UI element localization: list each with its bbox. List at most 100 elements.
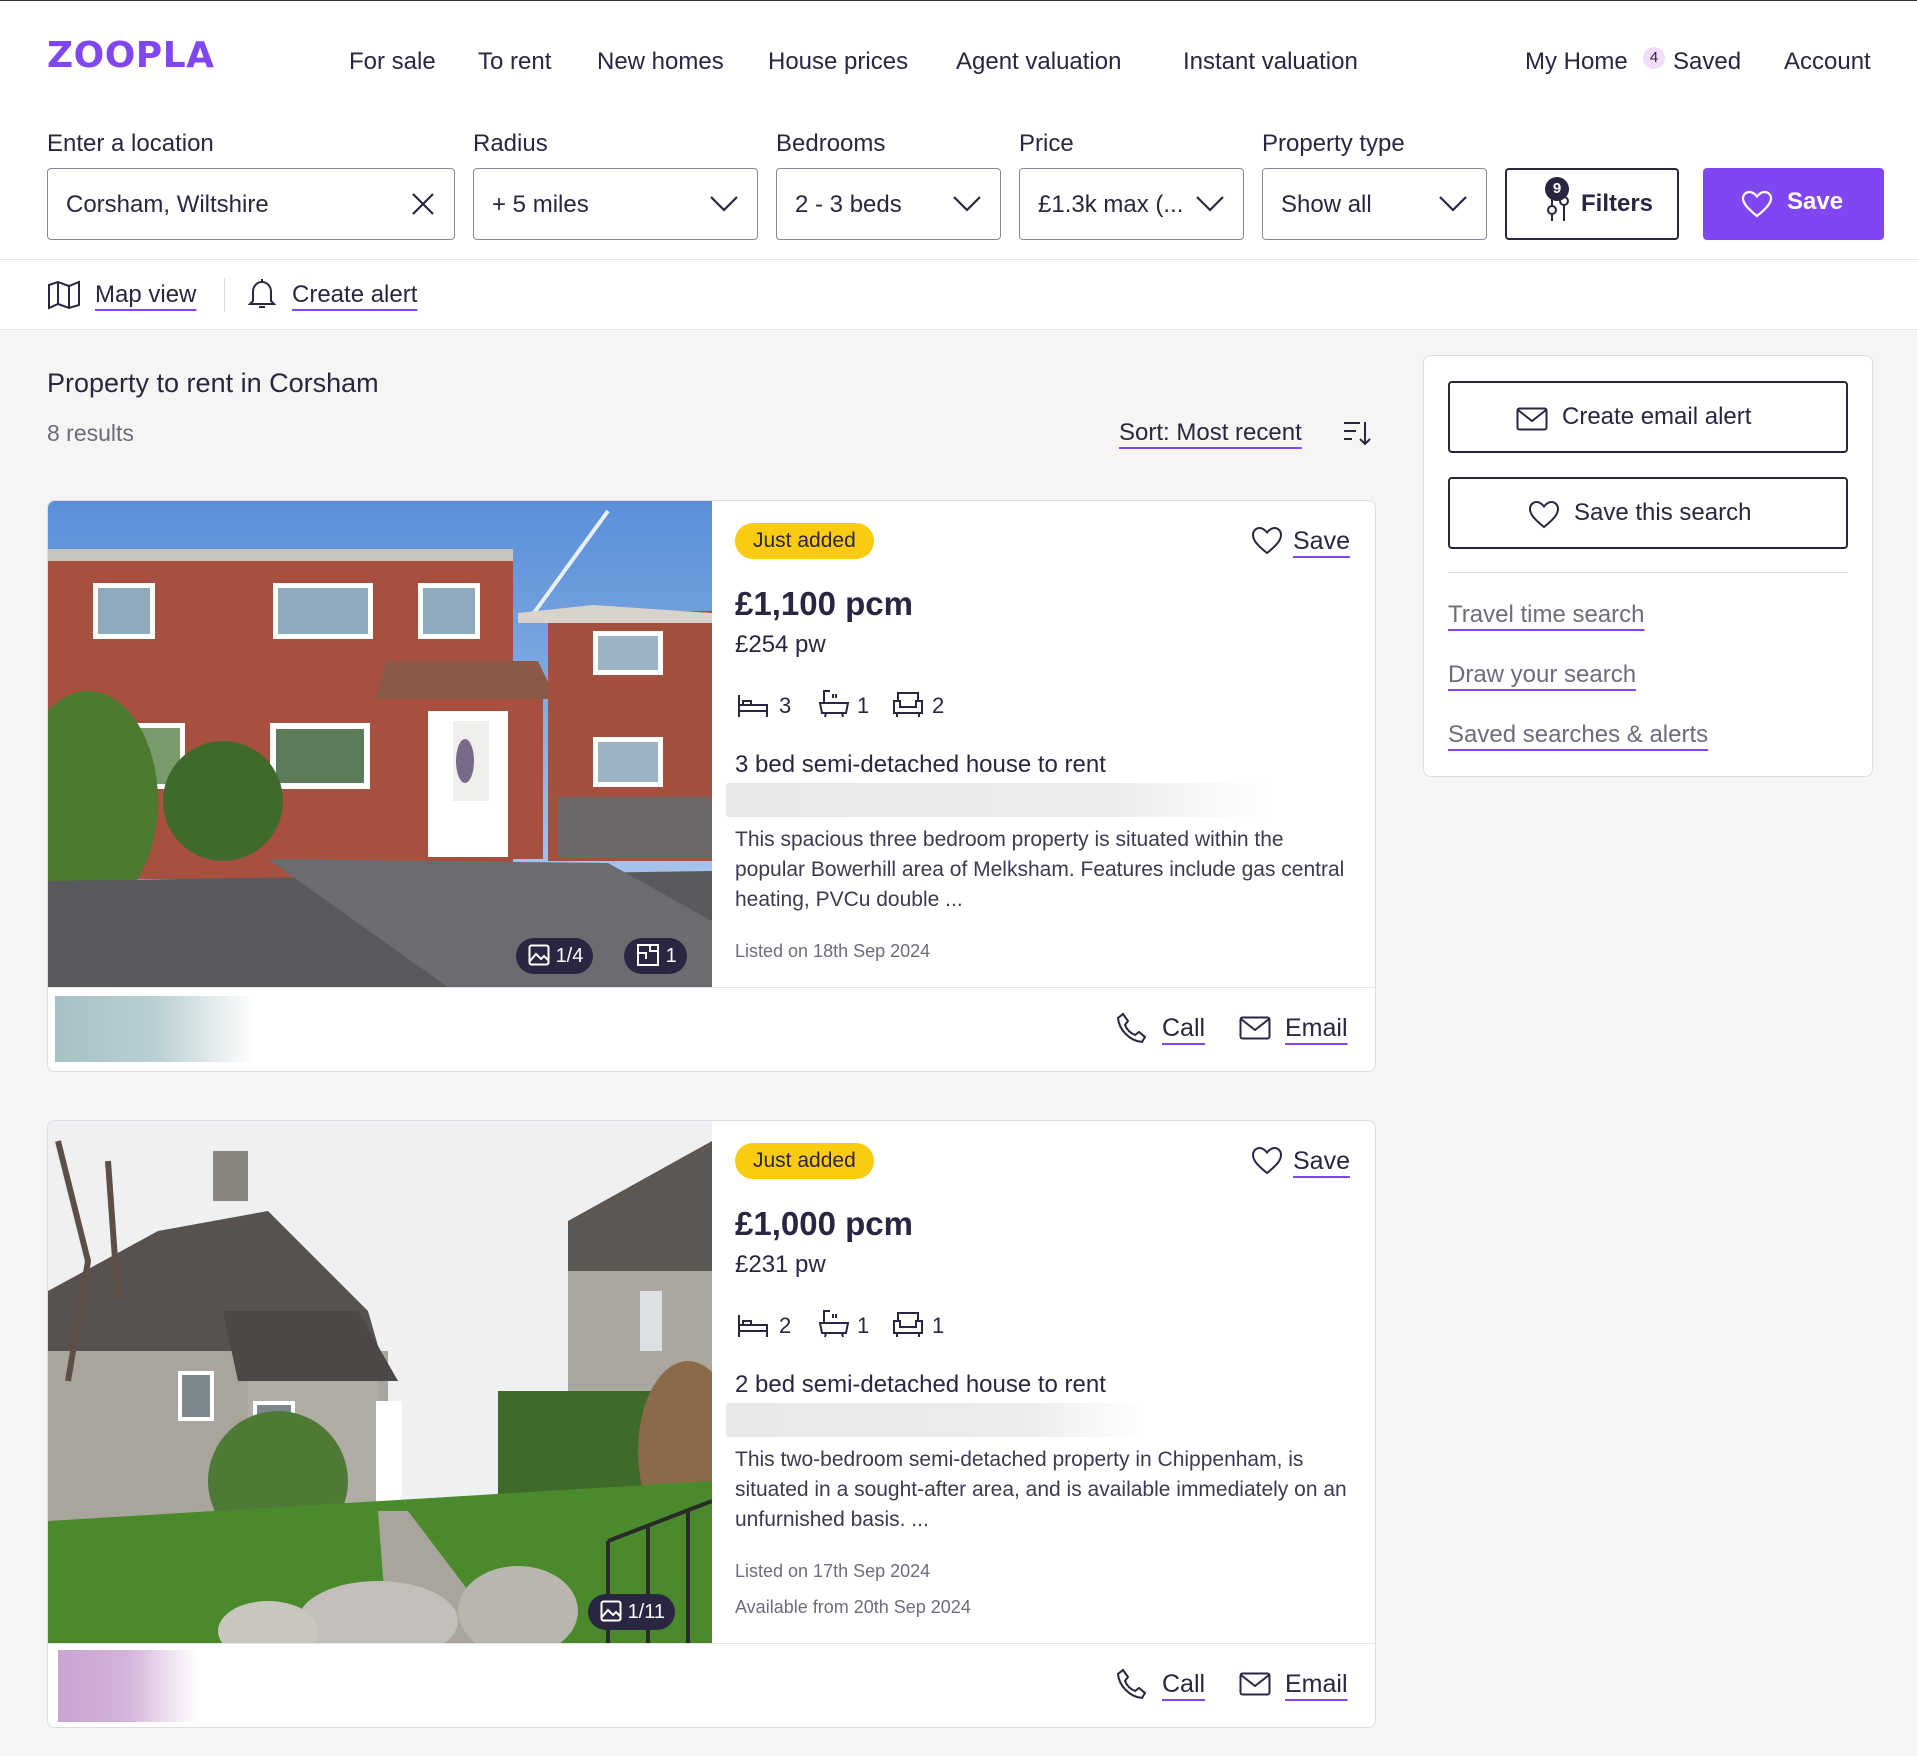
filters-button[interactable]: 9 Filters [1505, 168, 1679, 240]
chevron-down-icon [953, 196, 981, 212]
draw-your-search-link[interactable]: Draw your search [1448, 661, 1636, 689]
site-header: ZOOPLA For sale To rent New homes House … [0, 0, 1917, 110]
price-value: £1.3k max (... [1038, 191, 1184, 218]
email-link[interactable]: Email [1285, 1014, 1348, 1043]
floorplan-pill[interactable]: 1 [624, 938, 687, 974]
property-type-label: Property type [1262, 130, 1405, 157]
create-alert-link[interactable]: Create alert [292, 281, 417, 309]
radius-select[interactable]: + 5 miles [473, 168, 758, 240]
property-photo[interactable] [48, 501, 712, 987]
listing-title[interactable]: 2 bed semi-detached house to rent [735, 1371, 1106, 1399]
image-icon [528, 944, 550, 966]
listing-price-weekly: £231 pw [735, 1251, 826, 1278]
save-this-search-label: Save this search [1574, 499, 1752, 526]
sort-icon[interactable] [1342, 419, 1372, 447]
nav-instant-valuation[interactable]: Instant valuation [1183, 48, 1358, 76]
bedrooms-select[interactable]: 2 - 3 beds [776, 168, 1001, 240]
clear-icon[interactable] [410, 191, 436, 217]
chevron-down-icon [1439, 196, 1467, 212]
nav-saved[interactable]: Saved [1673, 48, 1741, 76]
reception-count: 2 [932, 693, 945, 718]
available-date: Available from 20th Sep 2024 [735, 1597, 971, 1617]
listing-description: This spacious three bedroom property is … [735, 828, 1345, 911]
envelope-icon [1239, 1672, 1271, 1696]
nav-to-rent[interactable]: To rent [478, 48, 551, 76]
price-select[interactable]: £1.3k max (... [1019, 168, 1244, 240]
my-home-badge: 4 [1643, 47, 1665, 69]
save-search-button[interactable]: Save [1703, 168, 1884, 240]
bath-icon [818, 690, 850, 718]
bathroom-count: 1 [857, 1313, 870, 1338]
property-type-value: Show all [1281, 191, 1372, 218]
call-link[interactable]: Call [1162, 1014, 1205, 1043]
toolbar-divider [224, 278, 225, 312]
radius-value: + 5 miles [492, 191, 589, 218]
call-link[interactable]: Call [1162, 1670, 1205, 1699]
agent-logo[interactable] [58, 1650, 198, 1722]
floorplan-count: 1 [665, 945, 677, 967]
view-toolbar: Map view Create alert [0, 260, 1917, 330]
save-this-search-button[interactable]: Save this search [1448, 477, 1848, 549]
listing-description: This two-bedroom semi-detached property … [735, 1448, 1347, 1531]
page-title: Property to rent in Corsham [47, 368, 379, 398]
nav-agent-valuation[interactable]: Agent valuation [956, 48, 1121, 76]
location-label: Enter a location [47, 130, 214, 157]
create-email-alert-label: Create email alert [1562, 403, 1752, 430]
listing-price-weekly: £254 pw [735, 631, 826, 658]
property-type-select[interactable]: Show all [1262, 168, 1487, 240]
photo-count-pill[interactable]: 1/11 [588, 1594, 676, 1630]
bell-icon [248, 279, 276, 308]
radius-label: Radius [473, 130, 548, 157]
nav-for-sale[interactable]: For sale [349, 48, 436, 76]
map-icon [48, 280, 80, 310]
bedroom-count: 2 [779, 1313, 792, 1338]
email-link[interactable]: Email [1285, 1670, 1348, 1699]
price-label: Price [1019, 130, 1074, 157]
heart-icon[interactable] [1251, 1146, 1283, 1176]
travel-time-search-link[interactable]: Travel time search [1448, 601, 1645, 629]
save-listing-link[interactable]: Save [1293, 1147, 1350, 1176]
card-footer: Call Email [48, 1643, 1375, 1727]
panel-divider [1448, 572, 1848, 573]
results-count: 8 results [47, 420, 134, 446]
listing-title[interactable]: 3 bed semi-detached house to rent [735, 751, 1106, 779]
listing-card[interactable]: 1/4 1 Just added Save £1,100 pcm £254 pw… [47, 500, 1376, 1072]
armchair-icon [893, 1312, 923, 1337]
saved-searches-alerts-link[interactable]: Saved searches & alerts [1448, 721, 1708, 749]
envelope-icon [1516, 407, 1548, 431]
listing-card[interactable]: 1/11 Just added Save £1,000 pcm £231 pw … [47, 1120, 1376, 1728]
heart-icon[interactable] [1251, 526, 1283, 556]
zoopla-logo[interactable]: ZOOPLA [47, 35, 215, 76]
listing-price: £1,000 pcm [735, 1205, 913, 1242]
photo-count-pill[interactable]: 1/4 [516, 938, 594, 974]
card-footer: Call Email [48, 987, 1375, 1071]
property-photo[interactable] [48, 1121, 712, 1643]
nav-account[interactable]: Account [1784, 48, 1871, 76]
agent-logo[interactable] [55, 996, 255, 1062]
save-listing-link[interactable]: Save [1293, 527, 1350, 556]
map-view-link[interactable]: Map view [95, 281, 196, 309]
bed-icon [738, 695, 768, 717]
photo-count: 1/4 [555, 945, 584, 967]
nav-house-prices[interactable]: House prices [768, 48, 908, 76]
photo-count: 1/11 [627, 1601, 666, 1623]
reception-count: 1 [932, 1313, 945, 1338]
address-redacted [726, 783, 1271, 817]
just-added-badge: Just added [735, 523, 874, 559]
location-value: Corsham, Wiltshire [66, 191, 269, 218]
save-search-label: Save [1787, 188, 1844, 215]
armchair-icon [893, 692, 923, 717]
sort-dropdown[interactable]: Sort: Most recent [1119, 419, 1302, 447]
nav-my-home[interactable]: My Home [1525, 48, 1628, 76]
heart-icon [1528, 500, 1560, 529]
filters-label: Filters [1581, 190, 1654, 217]
floorplan-icon [637, 944, 659, 966]
envelope-icon [1239, 1016, 1271, 1040]
listed-date: Listed on 17th Sep 2024 [735, 1561, 931, 1581]
search-actions-panel: Create email alert Save this search Trav… [1423, 355, 1873, 777]
nav-new-homes[interactable]: New homes [597, 48, 724, 76]
heart-icon [1741, 190, 1773, 218]
create-email-alert-button[interactable]: Create email alert [1448, 381, 1848, 453]
just-added-badge: Just added [735, 1143, 874, 1179]
location-input[interactable]: Corsham, Wiltshire [47, 168, 455, 240]
